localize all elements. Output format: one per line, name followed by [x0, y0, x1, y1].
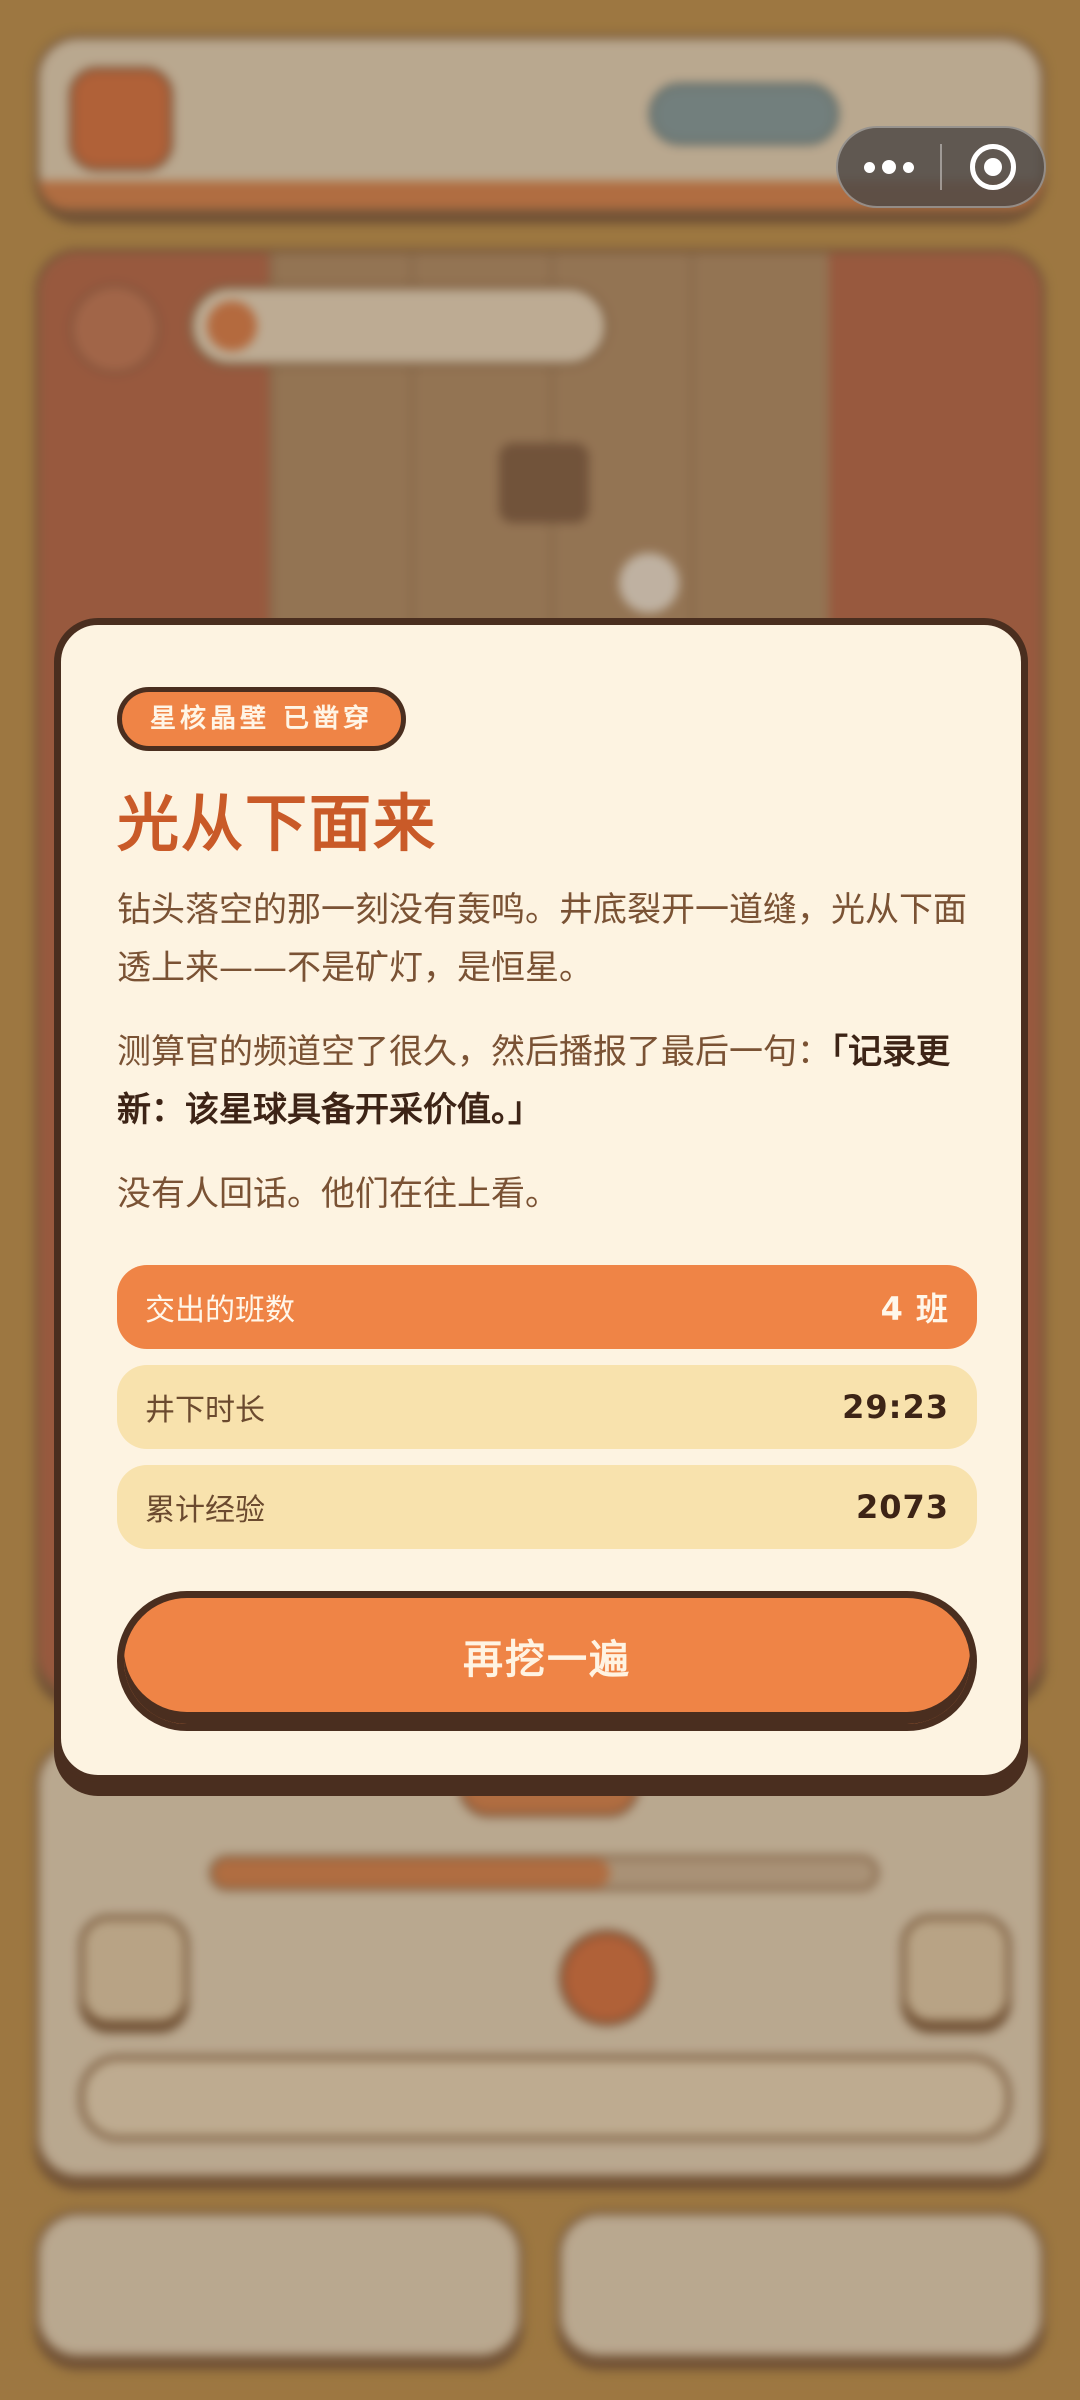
story-paragraph-3: 没有人回话。他们在往上看。 [117, 1174, 559, 1214]
close-target-icon[interactable] [942, 128, 1044, 206]
miniprogram-capsule [836, 126, 1046, 208]
story-paragraph-2-intro: 测算官的频道空了很久，然后播报了最后一句： [117, 1032, 831, 1072]
stat-row-time: 井下时长 29:23 [117, 1365, 977, 1449]
story-paragraph-2: 测算官的频道空了很久，然后播报了最后一句：「记录更新：该星球具备开采价值。」 [117, 1023, 977, 1139]
stat-row-shifts: 交出的班数 4 班 [117, 1265, 977, 1349]
story-paragraph-1: 钻头落空的那一刻没有轰鸣。井底裂开一道缝，光从下面透上来——不是矿灯，是恒星。 [117, 890, 967, 988]
stat-value: 2073 [855, 1488, 949, 1526]
replay-button[interactable]: 再挖一遍 [117, 1591, 977, 1731]
modal-title: 光从下面来 [117, 787, 438, 860]
stat-value: 4 班 [880, 1290, 949, 1328]
stat-label: 交出的班数 [145, 1293, 295, 1328]
stat-value: 29:23 [842, 1388, 949, 1426]
stat-row-exp: 累计经验 2073 [117, 1465, 977, 1549]
status-badge: 星核晶壁 已凿穿 [117, 687, 407, 751]
stat-label: 井下时长 [145, 1393, 265, 1428]
stat-label: 累计经验 [145, 1493, 265, 1528]
result-modal: 星核晶壁 已凿穿 光从下面来 钻头落空的那一刻没有轰鸣。井底裂开一道缝，光从下面… [54, 618, 1028, 1782]
more-dots-icon[interactable] [838, 128, 940, 206]
